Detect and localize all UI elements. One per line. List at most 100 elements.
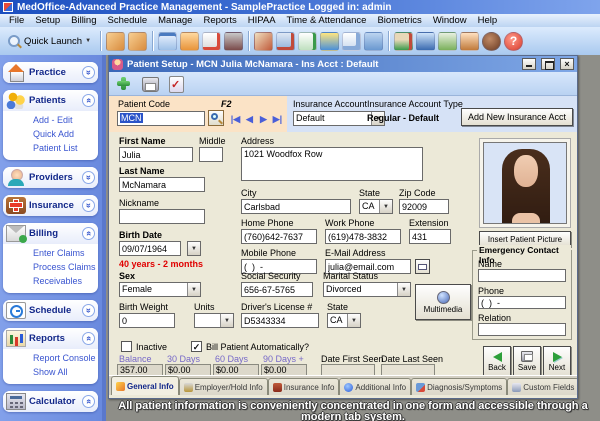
units-select[interactable]: ▼ — [194, 313, 234, 328]
statements-icon[interactable] — [298, 32, 317, 51]
menu-schedule[interactable]: Schedule — [103, 15, 153, 26]
collapse-billing-button[interactable] — [82, 227, 95, 240]
tab-custom-fields[interactable]: Custom Fields — [507, 378, 577, 395]
menu-window[interactable]: Window — [428, 15, 472, 26]
expand-schedule-button[interactable] — [82, 304, 95, 317]
nickname-input[interactable] — [119, 209, 205, 224]
emergency-phone-input[interactable] — [478, 296, 566, 309]
charting-notes-icon[interactable] — [202, 32, 221, 51]
drivers-license-input[interactable] — [241, 313, 319, 328]
sidebar-item-report-console[interactable]: Report Console — [3, 351, 98, 365]
email-send-button[interactable] — [415, 259, 430, 274]
menu-biometrics[interactable]: Biometrics — [372, 15, 426, 26]
patient-setup-titlebar[interactable]: Patient Setup - MCN Julia McNamara - Ins… — [109, 56, 577, 72]
collapse-reports-button[interactable] — [82, 332, 95, 345]
work-phone-input[interactable] — [325, 229, 401, 244]
collapse-patients-button[interactable] — [82, 94, 95, 107]
sidebar-item-show-all[interactable]: Show All — [3, 365, 98, 379]
nav-prev-button[interactable]: ◀ — [243, 114, 256, 125]
sidebar-item-practice[interactable]: Practice — [3, 62, 98, 83]
sidebar-item-insurance[interactable]: Insurance — [3, 195, 98, 216]
emergency-relation-input[interactable] — [478, 323, 566, 336]
birth-date-input[interactable] — [119, 241, 181, 256]
state-select[interactable]: CA▼ — [359, 199, 393, 214]
network-users-icon[interactable] — [438, 32, 457, 51]
menu-billing[interactable]: Billing — [66, 15, 101, 26]
add-patient-button[interactable] — [113, 74, 134, 93]
birth-weight-input[interactable] — [119, 313, 175, 328]
address-input[interactable]: 1021 Woodfox Row — [241, 147, 423, 181]
calendar-calculator-icon[interactable] — [364, 32, 383, 51]
operator-icon[interactable] — [460, 32, 479, 51]
patient-lookup-button[interactable] — [208, 110, 224, 126]
expand-practice-button[interactable] — [82, 66, 95, 79]
sidebar-item-providers[interactable]: Providers — [3, 167, 98, 188]
sidebar-item-quick-add[interactable]: Quick Add — [3, 127, 98, 141]
patient-referral-icon[interactable] — [254, 32, 273, 51]
maximize-button[interactable] — [541, 58, 555, 70]
cpt-codes-icon[interactable] — [106, 32, 125, 51]
first-name-input[interactable] — [119, 147, 193, 162]
add-new-insurance-button[interactable]: Add New Insurance Acct — [461, 108, 573, 126]
camera-icon[interactable] — [224, 32, 243, 51]
sidebar-item-add-edit[interactable]: Add - Edit — [3, 113, 98, 127]
ssn-input[interactable] — [241, 282, 313, 297]
minimize-button[interactable] — [522, 58, 536, 70]
extension-input[interactable] — [409, 229, 451, 244]
sidebar-item-schedule[interactable]: Schedule — [3, 300, 98, 321]
collapse-calculator-button[interactable] — [82, 395, 95, 408]
menu-setup[interactable]: Setup — [30, 15, 65, 26]
sidebar-item-process-claims[interactable]: Process Claims — [3, 260, 98, 274]
quick-launch-button[interactable]: Quick Launch ▼ — [4, 33, 95, 50]
save-button[interactable]: Save — [513, 346, 541, 377]
marital-status-select[interactable]: Divorced▼ — [323, 282, 411, 297]
sidebar-item-calculator[interactable]: Calculator — [3, 391, 98, 412]
sidebar-item-patients[interactable]: Patients — [3, 90, 98, 111]
sidebar-item-patient-list[interactable]: Patient List — [3, 141, 98, 155]
back-button[interactable]: Back — [483, 346, 511, 377]
patient-card-icon[interactable] — [158, 32, 177, 51]
sidebar-item-enter-claims[interactable]: Enter Claims — [3, 246, 98, 260]
billing-screen-icon[interactable] — [276, 32, 295, 51]
nav-next-button[interactable]: ▶ — [257, 114, 270, 125]
messages-icon[interactable] — [180, 32, 199, 51]
sidebar-item-reports[interactable]: Reports — [3, 328, 98, 349]
close-button[interactable]: × — [560, 58, 574, 70]
sex-select[interactable]: Female▼ — [119, 282, 201, 297]
nav-last-button[interactable]: ▶| — [271, 114, 284, 125]
emergency-name-input[interactable] — [478, 269, 566, 282]
tab-employer-hold-info[interactable]: Employer/Hold Info — [179, 378, 268, 395]
menu-file[interactable]: File — [4, 15, 29, 26]
zip-input[interactable] — [399, 199, 449, 214]
menu-help[interactable]: Help — [473, 15, 503, 26]
bill-automatically-checkbox[interactable]: ✓ — [191, 341, 202, 352]
sidebar-item-billing[interactable]: Billing — [3, 223, 98, 244]
menu-hipaa[interactable]: HIPAA — [243, 15, 281, 26]
expand-providers-button[interactable] — [82, 171, 95, 184]
tab-insurance-info[interactable]: Insurance Info — [268, 378, 340, 395]
expand-insurance-button[interactable] — [82, 199, 95, 212]
next-button[interactable]: Next — [543, 346, 571, 377]
menu-reports[interactable]: Reports — [198, 15, 241, 26]
multimedia-button[interactable]: Multimedia — [415, 284, 471, 320]
save-record-button[interactable] — [139, 74, 160, 93]
menu-manage[interactable]: Manage — [153, 15, 197, 26]
birth-date-dropdown-button[interactable]: ▼ — [187, 241, 201, 256]
inactive-checkbox[interactable] — [121, 341, 132, 352]
last-name-input[interactable] — [119, 177, 205, 192]
home-phone-input[interactable] — [241, 229, 317, 244]
verify-record-button[interactable] — [165, 74, 186, 93]
middle-input[interactable] — [199, 147, 223, 162]
schedule-report-icon[interactable] — [342, 32, 361, 51]
city-input[interactable] — [241, 199, 351, 214]
dl-state-select[interactable]: CA▼ — [327, 313, 361, 328]
help-icon[interactable]: ? — [504, 32, 523, 51]
tab-additional-info[interactable]: Additional Info — [339, 378, 411, 395]
app-titlebar[interactable]: MedOffice-Advanced Practice Management -… — [0, 0, 600, 14]
sidebar-item-receivables[interactable]: Receivables — [3, 274, 98, 288]
tab-general-info[interactable]: General Info — [111, 376, 179, 395]
transport-icon[interactable] — [320, 32, 339, 51]
patient-code-input[interactable]: MCN — [117, 111, 205, 126]
menu-time-attendance[interactable]: Time & Attendance — [282, 15, 372, 26]
icd-codes-icon[interactable] — [128, 32, 147, 51]
